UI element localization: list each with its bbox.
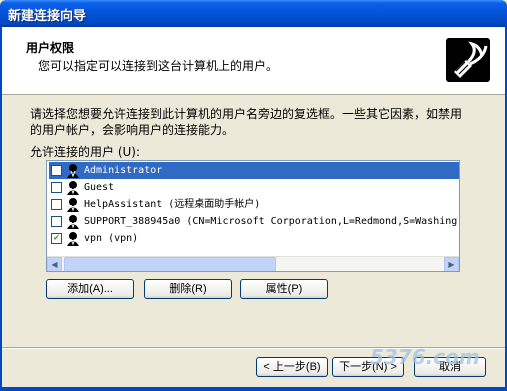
user-row-support[interactable]: SUPPORT_388945a0 (CN=Microsoft Corporati… (49, 213, 459, 230)
window-title: 新建连接向导 (8, 9, 87, 24)
user-checkbox[interactable] (51, 216, 62, 227)
user-icon (65, 163, 81, 178)
properties-button[interactable]: 属性(P) (240, 279, 328, 299)
user-list-label: 允许连接的用户 (U): (30, 145, 141, 159)
user-icon (65, 197, 81, 212)
user-checkbox[interactable] (51, 199, 62, 210)
user-name: SUPPORT_388945a0 (CN=Microsoft Corporati… (84, 216, 458, 227)
user-checkbox[interactable] (51, 165, 62, 176)
user-row-guest[interactable]: Guest (49, 179, 459, 196)
scroll-right-icon[interactable]: ▶ (444, 257, 459, 271)
header-title: 用户权限 (26, 41, 75, 55)
user-checkbox-checked[interactable]: ✔ (51, 233, 62, 244)
user-name: HelpAssistant (远程桌面助手帐户) (84, 199, 261, 210)
horizontal-scrollbar[interactable]: ◀ ▶ (47, 256, 459, 271)
network-plug-icon (446, 38, 490, 82)
scroll-left-icon[interactable]: ◀ (47, 257, 62, 271)
user-icon (65, 180, 81, 195)
scroll-thumb[interactable] (64, 257, 276, 271)
site-watermark: 5376.com (370, 345, 480, 369)
user-listbox[interactable]: Administrator Guest HelpAssistant (远程桌面助… (46, 160, 460, 272)
user-row-helpassistant[interactable]: HelpAssistant (远程桌面助手帐户) (49, 196, 459, 213)
instruction-text: 请选择您想要允许连接到此计算机的用户名旁边的复选框。一些其它因素，如禁用的用户帐… (30, 107, 463, 137)
user-checkbox[interactable] (51, 182, 62, 193)
add-button[interactable]: 添加(A)... (46, 279, 134, 299)
user-name: Administrator (84, 165, 163, 176)
wizard-header: 用户权限 您可以指定可以连接到这台计算机上的用户。 (2, 27, 505, 95)
user-row-administrator[interactable]: Administrator (49, 162, 459, 179)
user-name: vpn (vpn) (84, 233, 139, 244)
header-subtitle: 您可以指定可以连接到这台计算机上的用户。 (38, 59, 279, 73)
back-button[interactable]: < 上一步(B) (256, 357, 328, 377)
title-bar[interactable]: 新建连接向导 (0, 0, 507, 27)
remove-button[interactable]: 删除(R) (144, 279, 232, 299)
user-icon (65, 214, 81, 229)
user-icon (65, 231, 81, 246)
user-row-vpn[interactable]: ✔ vpn (vpn) (49, 230, 459, 247)
user-name: Guest (84, 182, 115, 193)
